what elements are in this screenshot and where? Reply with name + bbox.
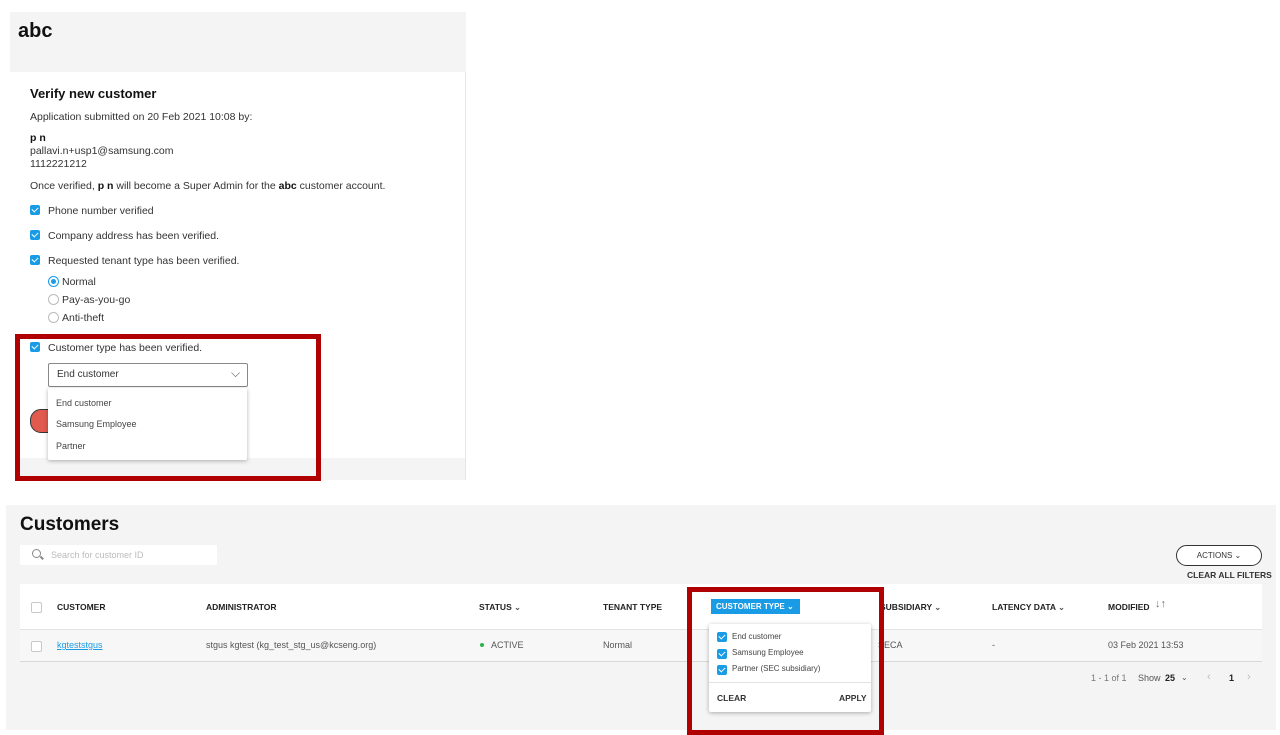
pagination-range: 1 - 1 of 1	[1091, 673, 1127, 683]
cell-latency-data: -	[992, 640, 995, 650]
tenant-option-antitheft: Anti-theft	[62, 312, 105, 324]
address-verified-checkbox[interactable]	[30, 230, 40, 240]
notice-suffix: customer account.	[296, 180, 386, 192]
highlight-box	[15, 334, 321, 481]
chevron-down-icon[interactable]: ⌄	[1181, 673, 1188, 682]
current-page[interactable]: 1	[1229, 673, 1234, 683]
tenant-radio-normal[interactable]	[48, 276, 59, 287]
actions-label: ACTIONS	[1196, 551, 1233, 560]
address-verified-label: Company address has been verified.	[48, 230, 220, 242]
chevron-left-icon[interactable]: ‹	[1207, 671, 1211, 683]
cell-tenant-type: Normal	[603, 640, 633, 650]
col-tenant-type[interactable]: TENANT TYPE	[603, 602, 662, 612]
tenant-option-normal: Normal	[62, 276, 96, 288]
tenant-verified-checkbox[interactable]	[30, 255, 40, 265]
notice-name: p n	[97, 180, 114, 192]
col-administrator[interactable]: ADMINISTRATOR	[206, 602, 277, 612]
highlight-box	[687, 587, 884, 735]
phone-verified-label: Phone number verified	[48, 205, 154, 217]
phone-verified-checkbox[interactable]	[30, 205, 40, 215]
cell-modified: 03 Feb 2021 13:53	[1108, 640, 1184, 650]
chevron-down-icon: ⌄	[934, 603, 942, 612]
card-divider	[465, 72, 466, 480]
cell-customer: kgteststgus	[57, 640, 103, 650]
chevron-down-icon: ⌄	[1058, 603, 1065, 612]
notice-middle: will become a Super Admin for the	[113, 180, 279, 192]
tenant-radio-payg[interactable]	[48, 294, 59, 305]
verify-title: Verify new customer	[30, 86, 157, 101]
search-placeholder: Search for customer ID	[51, 550, 144, 560]
status-dot-icon	[480, 643, 484, 647]
notice-prefix: Once verified,	[30, 180, 98, 192]
actions-button[interactable]: ACTIONS ⌄	[1176, 545, 1262, 566]
chevron-down-icon: ⌄	[514, 603, 521, 612]
tenant-radio-antitheft[interactable]	[48, 312, 59, 323]
page-size-select[interactable]: 25	[1165, 673, 1175, 683]
row-checkbox[interactable]	[31, 641, 42, 652]
applicant-name: p n	[30, 132, 46, 144]
app-title: abc	[18, 20, 53, 42]
col-latency-label: LATENCY DATA	[992, 602, 1056, 612]
search-icon	[32, 549, 41, 558]
col-status-label: STATUS	[479, 602, 512, 612]
select-all-checkbox[interactable]	[31, 602, 42, 613]
pagination-show-label: Show	[1138, 673, 1161, 683]
app-header	[10, 12, 466, 72]
sort-icon[interactable]: ↓↑	[1155, 598, 1166, 610]
super-admin-notice: Once verified, p n will become a Super A…	[30, 180, 385, 192]
clear-all-filters-link[interactable]: CLEAR ALL FILTERS	[1187, 570, 1272, 580]
col-subsidiary[interactable]: SUBSIDIARY ⌄	[880, 602, 941, 612]
col-modified[interactable]: MODIFIED	[1108, 602, 1150, 612]
customer-link[interactable]: kgteststgus	[57, 640, 103, 650]
page-title: Customers	[20, 514, 120, 535]
tenant-verified-label: Requested tenant type has been verified.	[48, 255, 240, 267]
search-input[interactable]: Search for customer ID	[20, 545, 217, 565]
col-latency-data[interactable]: LATENCY DATA ⌄	[992, 602, 1065, 612]
col-status[interactable]: STATUS ⌄	[479, 602, 521, 612]
tenant-option-payg: Pay-as-you-go	[62, 294, 131, 306]
col-subsidiary-label: SUBSIDIARY	[880, 602, 932, 612]
submitted-line: Application submitted on 20 Feb 2021 10:…	[30, 111, 253, 123]
cell-administrator: stgus kgtest (kg_test_stg_us@kcseng.org)	[206, 640, 377, 650]
chevron-right-icon[interactable]: ›	[1247, 671, 1251, 683]
cell-status: ACTIVE	[491, 640, 524, 650]
col-customer[interactable]: CUSTOMER	[57, 602, 106, 612]
applicant-phone: 1112221212	[30, 158, 87, 170]
chevron-down-icon: ⌄	[1234, 551, 1242, 560]
notice-account: abc	[278, 180, 297, 192]
applicant-email: pallavi.n+usp1@samsung.com	[30, 145, 174, 157]
